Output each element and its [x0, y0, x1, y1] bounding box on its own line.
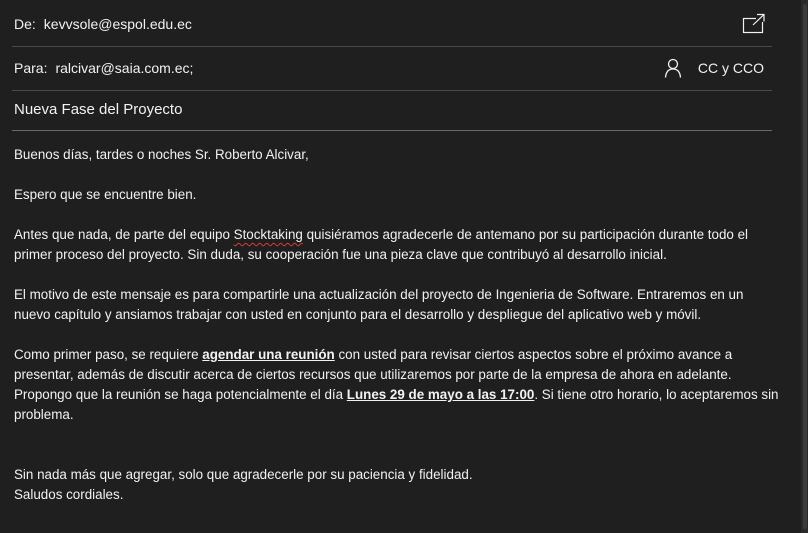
meeting-date: Lunes 29 de mayo a las 17:00: [346, 387, 535, 402]
scrollbar-thumb[interactable]: [803, 4, 807, 529]
subject-field[interactable]: Nueva Fase del Proyecto: [14, 101, 182, 118]
paragraph-motive: El motivo de este mensaje es para compar…: [14, 287, 744, 322]
paragraph-thanks: Antes que nada, de parte del equipo Stoc…: [14, 227, 749, 262]
message-body[interactable]: Buenos días, tardes o noches Sr. Roberto…: [14, 145, 779, 505]
from-row: De: kevvsole@espol.edu.ec: [12, 2, 772, 47]
to-row: Para: ralcivar@saia.com.ec; CC y CCO: [12, 46, 772, 91]
cc-bcc-button[interactable]: CC y CCO: [698, 60, 764, 76]
closing-line: Sin nada más que agregar, solo que agrad…: [14, 467, 473, 482]
subject-row: Nueva Fase del Proyecto: [12, 89, 772, 131]
misspelled-word[interactable]: Stocktaking: [234, 227, 303, 242]
from-value[interactable]: kevvsole@espol.edu.ec: [44, 16, 192, 32]
vertical-scrollbar[interactable]: [801, 0, 808, 533]
popout-window-icon[interactable]: [740, 10, 768, 38]
email-compose-window: De: kevvsole@espol.edu.ec Para: ralcivar…: [0, 0, 808, 533]
paragraph-wellbeing: Espero que se encuentre bien.: [14, 187, 197, 202]
closing-signature: Saludos cordiales.: [14, 487, 124, 502]
greeting: Buenos días, tardes o noches Sr. Roberto…: [14, 147, 309, 162]
meeting-emphasis: agendar una reunión: [202, 347, 335, 362]
person-icon[interactable]: [662, 57, 684, 79]
to-field[interactable]: ralcivar@saia.com.ec;: [55, 60, 193, 76]
paragraph-meeting: Como primer paso, se requiere agendar un…: [14, 347, 779, 422]
from-label: De:: [14, 16, 36, 32]
to-label: Para:: [14, 60, 48, 76]
